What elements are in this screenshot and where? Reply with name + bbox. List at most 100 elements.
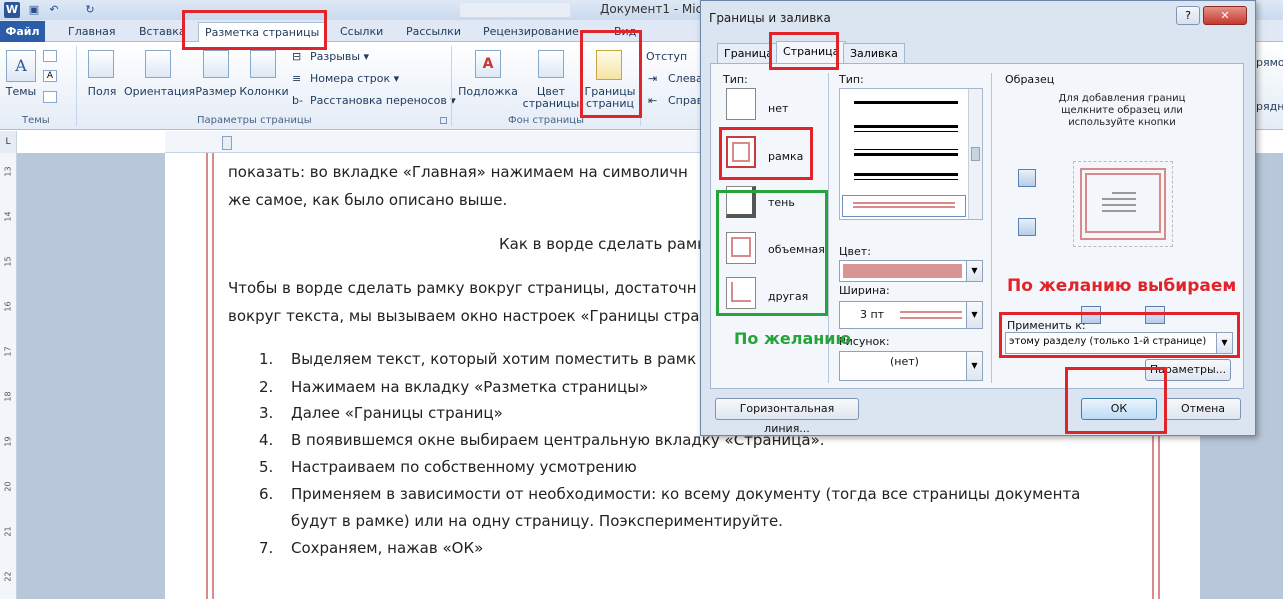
separator — [991, 73, 992, 383]
help-button[interactable]: ? — [1176, 6, 1200, 25]
chevron-down-icon[interactable]: ▼ — [966, 302, 982, 328]
ruler-number: 16 — [3, 301, 13, 312]
watermark-button[interactable]: Подложка — [458, 86, 518, 98]
breaks-icon[interactable]: ⊟ — [292, 50, 301, 63]
ruler-indent-marker-icon[interactable] — [222, 136, 232, 150]
list-item[interactable]: Нажимаем на вкладку «Разметка страницы» — [291, 378, 648, 396]
separator — [76, 46, 77, 126]
cut-right-label-1: рямо — [1256, 56, 1283, 69]
line-style-option[interactable] — [854, 101, 958, 104]
art-value: (нет) — [890, 355, 919, 368]
annotation-box-page-tab — [769, 32, 839, 70]
horizontal-line-button[interactable]: Горизонтальная линия... — [715, 398, 859, 435]
orientation-icon[interactable] — [145, 50, 171, 78]
width-dropdown[interactable]: 3 пт ▼ — [839, 301, 983, 329]
close-button[interactable]: ✕ — [1203, 6, 1247, 25]
save-icon[interactable]: ▣ — [26, 2, 42, 18]
doc-line[interactable]: показать: во вкладке «Главная» нажимаем … — [228, 163, 688, 181]
undo-icon[interactable]: ↶ — [46, 2, 62, 18]
theme-colors-icon[interactable] — [43, 50, 57, 62]
chevron-down-icon[interactable]: ▼ — [966, 261, 982, 281]
size-button[interactable]: Размер — [194, 86, 238, 98]
indent-right-label: Справ — [668, 94, 704, 107]
list-item-number: 6. — [259, 485, 274, 503]
tab-references[interactable]: Ссылки — [334, 22, 389, 42]
line-style-option[interactable] — [854, 173, 958, 176]
columns-icon[interactable] — [250, 50, 276, 78]
orientation-button[interactable]: Ориентация — [124, 86, 195, 98]
doc-line[interactable]: же самое, как было описано выше. — [228, 191, 507, 209]
annotation-optional-red: По желанию выбираем — [1007, 276, 1237, 296]
preview-area[interactable] — [1073, 161, 1173, 247]
list-item[interactable]: Сохраняем, нажав «ОК» — [291, 539, 483, 557]
cancel-button[interactable]: Отмена — [1165, 398, 1241, 420]
themes-button[interactable]: Темы — [4, 86, 38, 98]
preview-hint: Для добавления границ щелкните образец и… — [1058, 93, 1186, 128]
doc-line[interactable]: Чтобы в ворде сделать рамку вокруг стран… — [228, 279, 697, 297]
ruler-number: 13 — [3, 166, 13, 177]
line-numbers-button[interactable]: Номера строк ▾ — [310, 72, 399, 85]
art-dropdown[interactable]: (нет) ▼ — [839, 351, 983, 381]
annotation-box-page-borders — [580, 30, 642, 118]
list-item[interactable]: будут в рамке) или на одну страницу. Поэ… — [291, 512, 783, 530]
hyphenation-button[interactable]: Расстановка переносов ▾ — [310, 94, 456, 107]
line-style-option[interactable] — [854, 125, 958, 128]
bottom-border-button[interactable] — [1018, 218, 1036, 236]
width-preview-line — [900, 317, 962, 319]
file-tab[interactable]: Файл — [0, 21, 45, 42]
preview-text-line — [1102, 198, 1136, 200]
document-title: Документ1 - Micr — [600, 2, 708, 16]
list-item[interactable]: Настраиваем по собственному усмотрению — [291, 458, 637, 476]
tab-mailings[interactable]: Рассылки — [400, 22, 467, 42]
vertical-ruler-numbers: 13 14 15 16 17 18 19 20 21 22 — [3, 153, 15, 599]
tab-review[interactable]: Рецензирование — [477, 22, 585, 42]
setting-none-icon[interactable] — [726, 88, 756, 120]
margins-icon[interactable] — [88, 50, 114, 78]
setting-label: Тип: — [723, 73, 748, 86]
ruler-number: 17 — [3, 346, 13, 357]
color-label: Цвет: — [839, 245, 871, 258]
line-style-list[interactable] — [839, 88, 983, 220]
watermark-icon[interactable]: A — [475, 50, 501, 78]
annotation-box-ok — [1065, 367, 1167, 434]
doc-heading[interactable]: Как в ворде сделать рамк — [499, 235, 706, 253]
size-icon[interactable] — [203, 50, 229, 78]
columns-button[interactable]: Колонки — [238, 86, 290, 98]
word-app-icon[interactable]: W — [4, 2, 20, 18]
color-dropdown[interactable]: ▼ — [839, 260, 983, 282]
style-list-scrollbar[interactable] — [968, 89, 982, 219]
indent-label: Отступ — [646, 50, 688, 63]
hyphenation-icon[interactable]: b- — [292, 94, 303, 107]
theme-fonts-icon[interactable]: A — [43, 70, 57, 82]
line-numbers-icon[interactable]: ≡ — [292, 72, 301, 85]
breaks-label: Разрывы — [310, 50, 361, 63]
page-setup-launcher-icon[interactable] — [440, 117, 447, 124]
page-color-button[interactable]: Цвет страницы — [518, 86, 584, 110]
list-item-number: 5. — [259, 458, 274, 476]
ruler-number: 18 — [3, 391, 13, 402]
line-style-option — [854, 131, 958, 132]
margins-button[interactable]: Поля — [80, 86, 124, 98]
ruler-tab-selector[interactable]: L — [0, 131, 17, 153]
selected-line-style[interactable] — [842, 195, 966, 217]
themes-icon[interactable]: A — [6, 50, 36, 82]
doc-line[interactable]: вокруг текста, мы вызываем окно настроек… — [228, 307, 699, 325]
page-color-icon[interactable] — [538, 50, 564, 78]
list-item-number: 7. — [259, 539, 274, 557]
ruler-number: 15 — [3, 256, 13, 267]
tab-shading[interactable]: Заливка — [843, 43, 905, 64]
tab-home[interactable]: Главная — [62, 22, 122, 42]
line-style-option[interactable] — [854, 149, 958, 150]
chevron-down-icon[interactable]: ▼ — [966, 352, 982, 380]
list-item[interactable]: Далее «Границы страниц» — [291, 404, 503, 422]
annotation-box-page-layout — [182, 10, 327, 50]
list-item[interactable]: Выделяем текст, который хотим поместить … — [291, 350, 696, 368]
breaks-button[interactable]: Разрывы ▾ — [310, 50, 369, 63]
redo-icon[interactable]: ↻ — [82, 2, 98, 18]
indent-right-icon: ⇤ — [648, 94, 658, 107]
top-border-button[interactable] — [1018, 169, 1036, 187]
list-item[interactable]: Применяем в зависимости от необходимости… — [291, 485, 1080, 503]
page-border-left — [206, 153, 214, 599]
setting-none-label[interactable]: нет — [768, 102, 788, 115]
theme-effects-icon[interactable] — [43, 91, 57, 103]
